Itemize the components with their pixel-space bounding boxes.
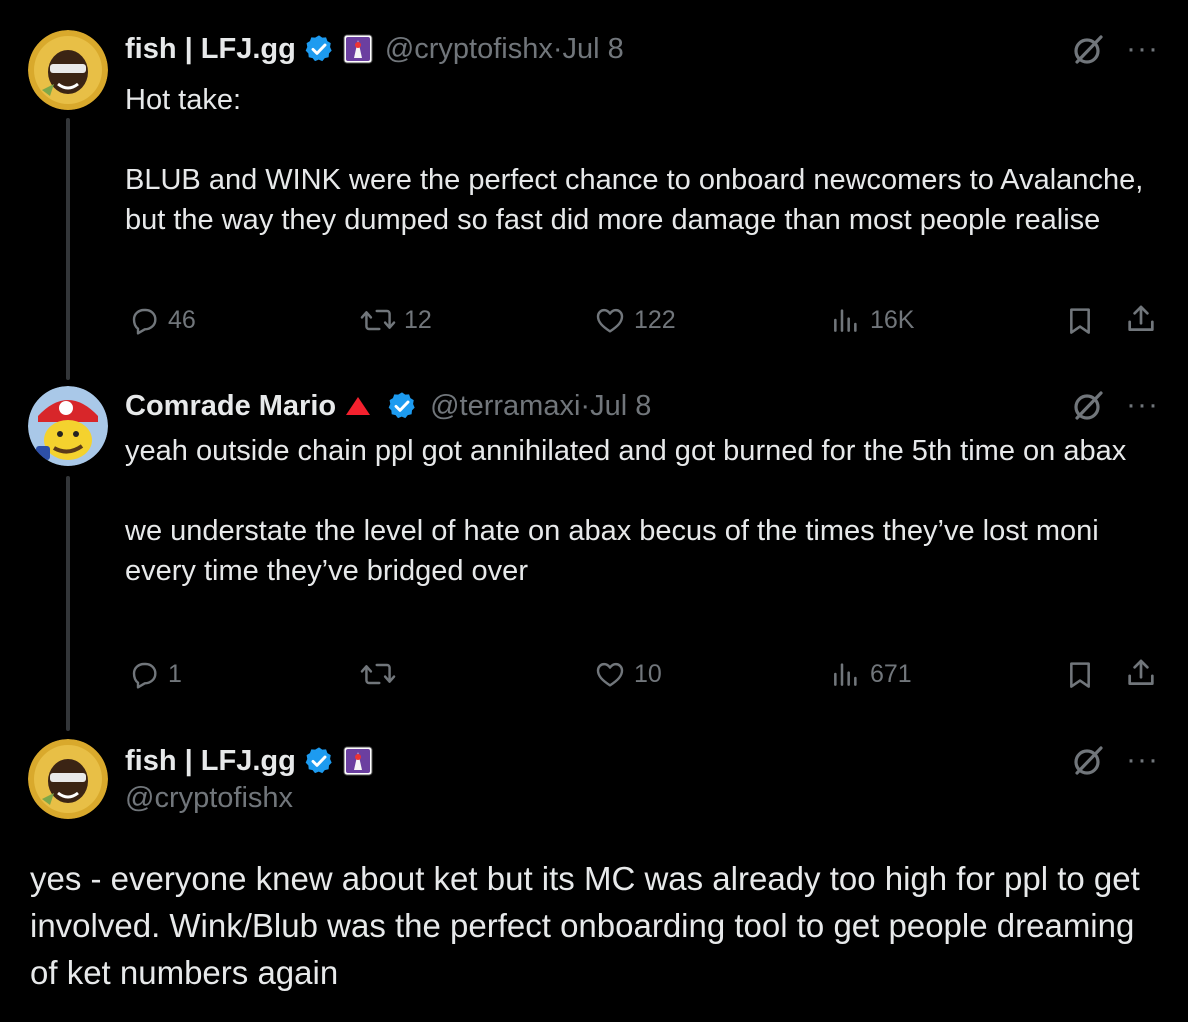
share-icon[interactable] [1124,656,1158,690]
avatar[interactable] [28,386,108,466]
reply-count: 1 [168,659,182,688]
date-separator: · [580,389,591,422]
author-name[interactable]: Comrade Mario [125,390,336,423]
thread-line [66,118,70,380]
like-button[interactable]: 10 [594,658,662,690]
thread-line [66,476,70,731]
view-count: 16K [870,305,915,334]
affiliate-badge-icon[interactable] [343,746,373,776]
more-icon[interactable]: ··· [1126,34,1159,64]
views-button[interactable]: 671 [830,658,912,690]
verified-icon [303,745,335,777]
affiliate-badge-icon[interactable] [343,34,373,64]
author-handle[interactable]: @cryptofishx [385,33,553,66]
like-count: 10 [634,659,662,688]
tweet-header: fish | LFJ.gg @cryptofishx · Jul 8 [125,29,624,69]
reply-count: 46 [168,305,196,334]
repost-button[interactable] [360,658,404,690]
tweet-text: yeah outside chain ppl got annihilated a… [125,435,1127,587]
reply-button[interactable]: 1 [128,658,182,690]
like-count: 122 [634,305,676,334]
repost-button[interactable]: 12 [360,304,432,336]
more-icon[interactable]: ··· [1126,390,1159,420]
triangle-icon [344,394,372,418]
author-name[interactable]: fish | LFJ.gg [125,33,296,66]
tweet-date[interactable]: Jul 8 [590,390,651,423]
tweet-text: yes - everyone knew about ket but its MC… [30,860,1140,991]
bookmark-icon[interactable] [1064,658,1096,692]
grok-icon[interactable] [1070,743,1106,779]
tweet-date[interactable]: Jul 8 [563,33,624,66]
grok-icon[interactable] [1070,388,1106,424]
avatar[interactable] [28,30,108,110]
reply-button[interactable]: 46 [128,304,196,336]
grok-icon[interactable] [1070,32,1106,68]
share-icon[interactable] [1124,302,1158,336]
avatar[interactable] [28,739,108,819]
tweet-text: Hot take: BLUB and WINK were the perfect… [125,84,1144,236]
verified-icon [386,390,418,422]
tweet-header: fish | LFJ.gg [125,741,373,781]
like-button[interactable]: 122 [594,304,676,336]
author-handle[interactable]: @cryptofishx [125,782,293,815]
author-name[interactable]: fish | LFJ.gg [125,745,296,778]
verified-icon [303,33,335,65]
author-handle[interactable]: @terramaxi [430,390,580,423]
date-separator: · [552,32,563,65]
repost-count: 12 [404,305,432,334]
view-count: 671 [870,659,912,688]
tweet-header: Comrade Mario @terramaxi · Jul 8 [125,386,651,426]
more-icon[interactable]: ··· [1126,745,1159,775]
bookmark-icon[interactable] [1064,304,1096,338]
views-button[interactable]: 16K [830,304,914,336]
